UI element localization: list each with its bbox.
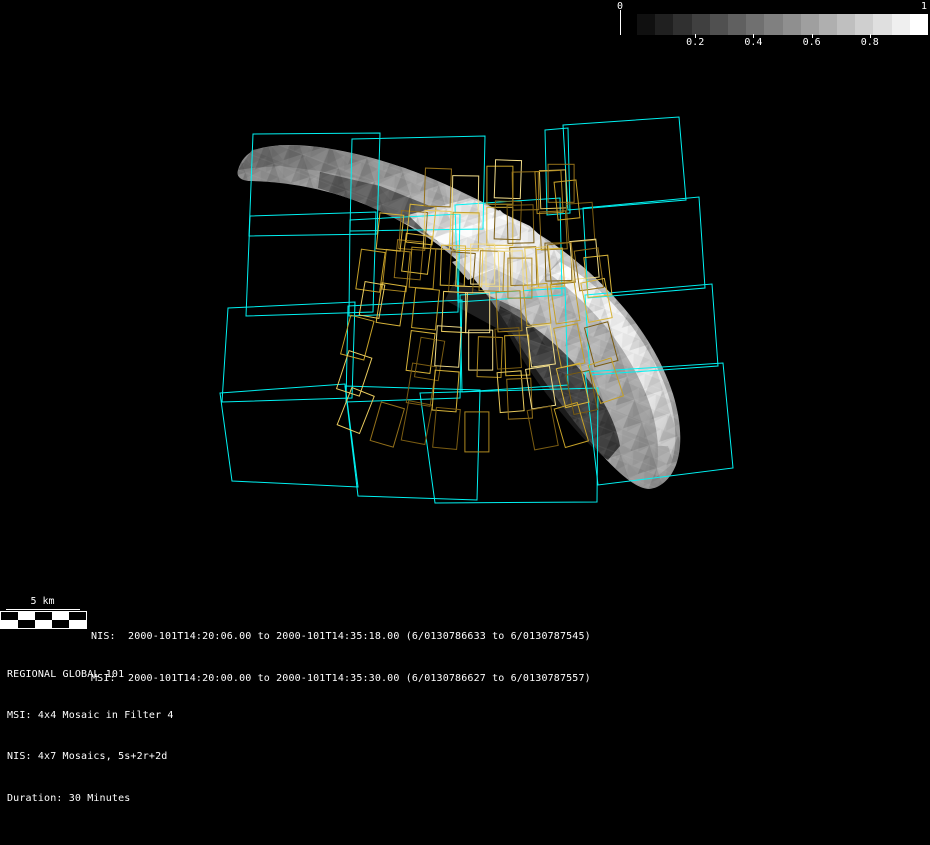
nis-mosaic-info: NIS: 4x7 Mosaics, 5s+2r+2d [7,751,168,763]
nis-frame [464,411,490,453]
msi-frame [221,301,356,403]
checker-cell [1,612,18,620]
checker-cell [18,612,35,620]
colorbar-tick-label: 0.4 [744,37,763,48]
colorbar-step [655,14,674,35]
colorbar-step [673,14,692,35]
msi-frame [582,196,706,299]
sequence-info: REGIONAL GLOBAL 101 MSI: 4x4 Mosaic in F… [7,640,174,833]
colorbar-step [855,14,874,35]
nis-frame [476,336,503,379]
colorbar-step [909,14,928,35]
colorbar: 0 1 0.2 0.4 0.6 0.8 [614,0,930,54]
colorbar-step [782,14,801,35]
nis-frame [355,248,386,293]
msi-mosaic-info: MSI: 4x4 Mosaic in Filter 4 [7,709,174,721]
nis-frame [506,377,533,420]
checker-cell [35,612,52,620]
msi-frame [562,116,687,211]
nis-frame [358,280,386,320]
colorbar-tick-mark [869,34,871,38]
nis-frame [411,287,440,331]
colorbar-step [818,14,838,35]
nis-frame [413,336,446,382]
checker-cell [52,620,69,628]
colorbar-max-label: 1 [921,1,928,12]
colorbar-step [709,14,728,35]
nis-frame [432,406,461,450]
nis-frame [400,400,433,446]
checker-cell [35,620,52,628]
scale-bar-checkerboard [0,611,87,629]
nis-frame [468,329,494,371]
checker-cell [1,620,18,628]
nis-frame [336,386,375,435]
visualization-canvas: 0 1 0.2 0.4 0.6 0.8 5 km NIS: 2000-101T14:2… [0,0,930,845]
checker-cell [52,612,69,620]
colorbar-step [727,14,747,35]
colorbar-tick-label: 0.2 [686,37,705,48]
nis-frame [369,401,406,448]
colorbar-gradient-bar [637,14,928,35]
colorbar-step [637,14,656,35]
duration-info: Duration: 30 Minutes [7,792,131,804]
colorbar-step [837,14,856,35]
colorbar-tick-mark [695,34,697,38]
colorbar-tick-mark [753,34,755,38]
colorbar-step [800,14,819,35]
colorbar-step [691,14,710,35]
msi-frame [245,211,377,317]
scale-bar-underline [6,609,80,610]
checker-cell [18,620,35,628]
asteroid-body [237,145,681,489]
nis-frame [493,159,523,200]
scale-bar-label: 5 km [30,596,55,607]
sequence-title: REGIONAL GLOBAL 101 [7,668,125,680]
nis-frame [431,369,460,413]
colorbar-tick-label: 0.8 [860,37,879,48]
checker-cell [69,612,86,620]
colorbar-zero-tick [620,10,621,35]
checker-cell [69,620,86,628]
colorbar-tick-label: 0.6 [802,37,821,48]
colorbar-step [873,14,892,35]
asteroid-layer [237,145,681,489]
colorbar-step [764,14,783,35]
colorbar-step [746,14,765,35]
colorbar-step [891,14,910,35]
colorbar-tick-mark [811,34,813,38]
